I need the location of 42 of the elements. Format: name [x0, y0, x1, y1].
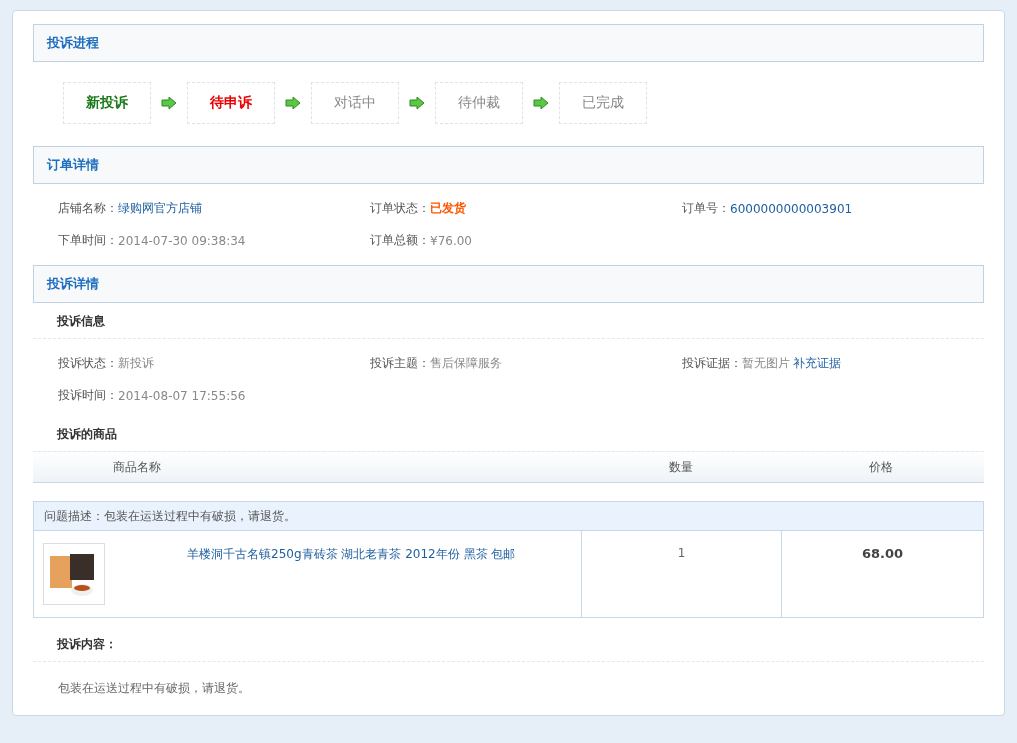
field-value: 售后保障服务 [430, 355, 502, 372]
field-value[interactable]: 绿购网官方店铺 [118, 200, 202, 217]
field-label: 投诉时间： [58, 387, 118, 404]
field-value: ¥76.00 [430, 233, 472, 248]
complaint-content: 包装在运送过程中有破损，请退货。 [57, 680, 251, 697]
arrow-icon [533, 96, 549, 110]
field-value: 暂无图片 [742, 355, 790, 372]
progress-step: 已完成 [559, 82, 647, 124]
field-value: 已发货 [430, 200, 466, 217]
field-label: 投诉状态： [58, 355, 118, 372]
progress-step: 新投诉 [63, 82, 151, 124]
quantity: 1 [677, 546, 686, 562]
progress-step: 对话中 [311, 82, 399, 124]
field-label: 店铺名称： [58, 200, 118, 217]
product-name[interactable]: 羊楼洞千古名镇250g青砖茶 湖北老青茶 2012年份 黑茶 包邮 [187, 546, 516, 617]
field-value: 2014-08-07 17:55:56 [118, 388, 246, 403]
field-label: 下单时间： [58, 232, 118, 249]
section-title: 订单详情 [47, 156, 99, 174]
subsection-title: 投诉的商品 [57, 427, 117, 441]
section-title: 投诉进程 [47, 34, 99, 52]
subsection-title: 投诉内容： [57, 637, 117, 651]
field-label: 订单状态： [370, 200, 430, 217]
subsection-title: 投诉信息 [57, 314, 105, 328]
field-label: 投诉主题： [370, 355, 430, 372]
problem-description: 问题描述：包装在运送过程中有破损，请退货。 [34, 502, 983, 531]
field-value: 2014-07-30 09:38:34 [118, 233, 246, 248]
column-header: 商品名称 [112, 458, 162, 476]
field-label: 订单号： [682, 200, 730, 217]
progress-step: 待申诉 [187, 82, 275, 124]
arrow-icon [409, 96, 425, 110]
price: 68.00 [861, 546, 904, 563]
field-value: 新投诉 [118, 355, 154, 372]
section-title: 投诉详情 [47, 275, 99, 293]
field-label: 订单总额： [370, 232, 430, 249]
progress-step: 待仲裁 [435, 82, 523, 124]
column-header: 数量 [668, 458, 694, 476]
arrow-icon [161, 96, 177, 110]
column-header: 价格 [868, 458, 894, 476]
arrow-icon [285, 96, 301, 110]
field-label: 投诉证据： [682, 355, 742, 372]
field-value[interactable]: 6000000000003901 [730, 201, 853, 216]
evidence-link[interactable]: 补充证据 [793, 355, 841, 372]
